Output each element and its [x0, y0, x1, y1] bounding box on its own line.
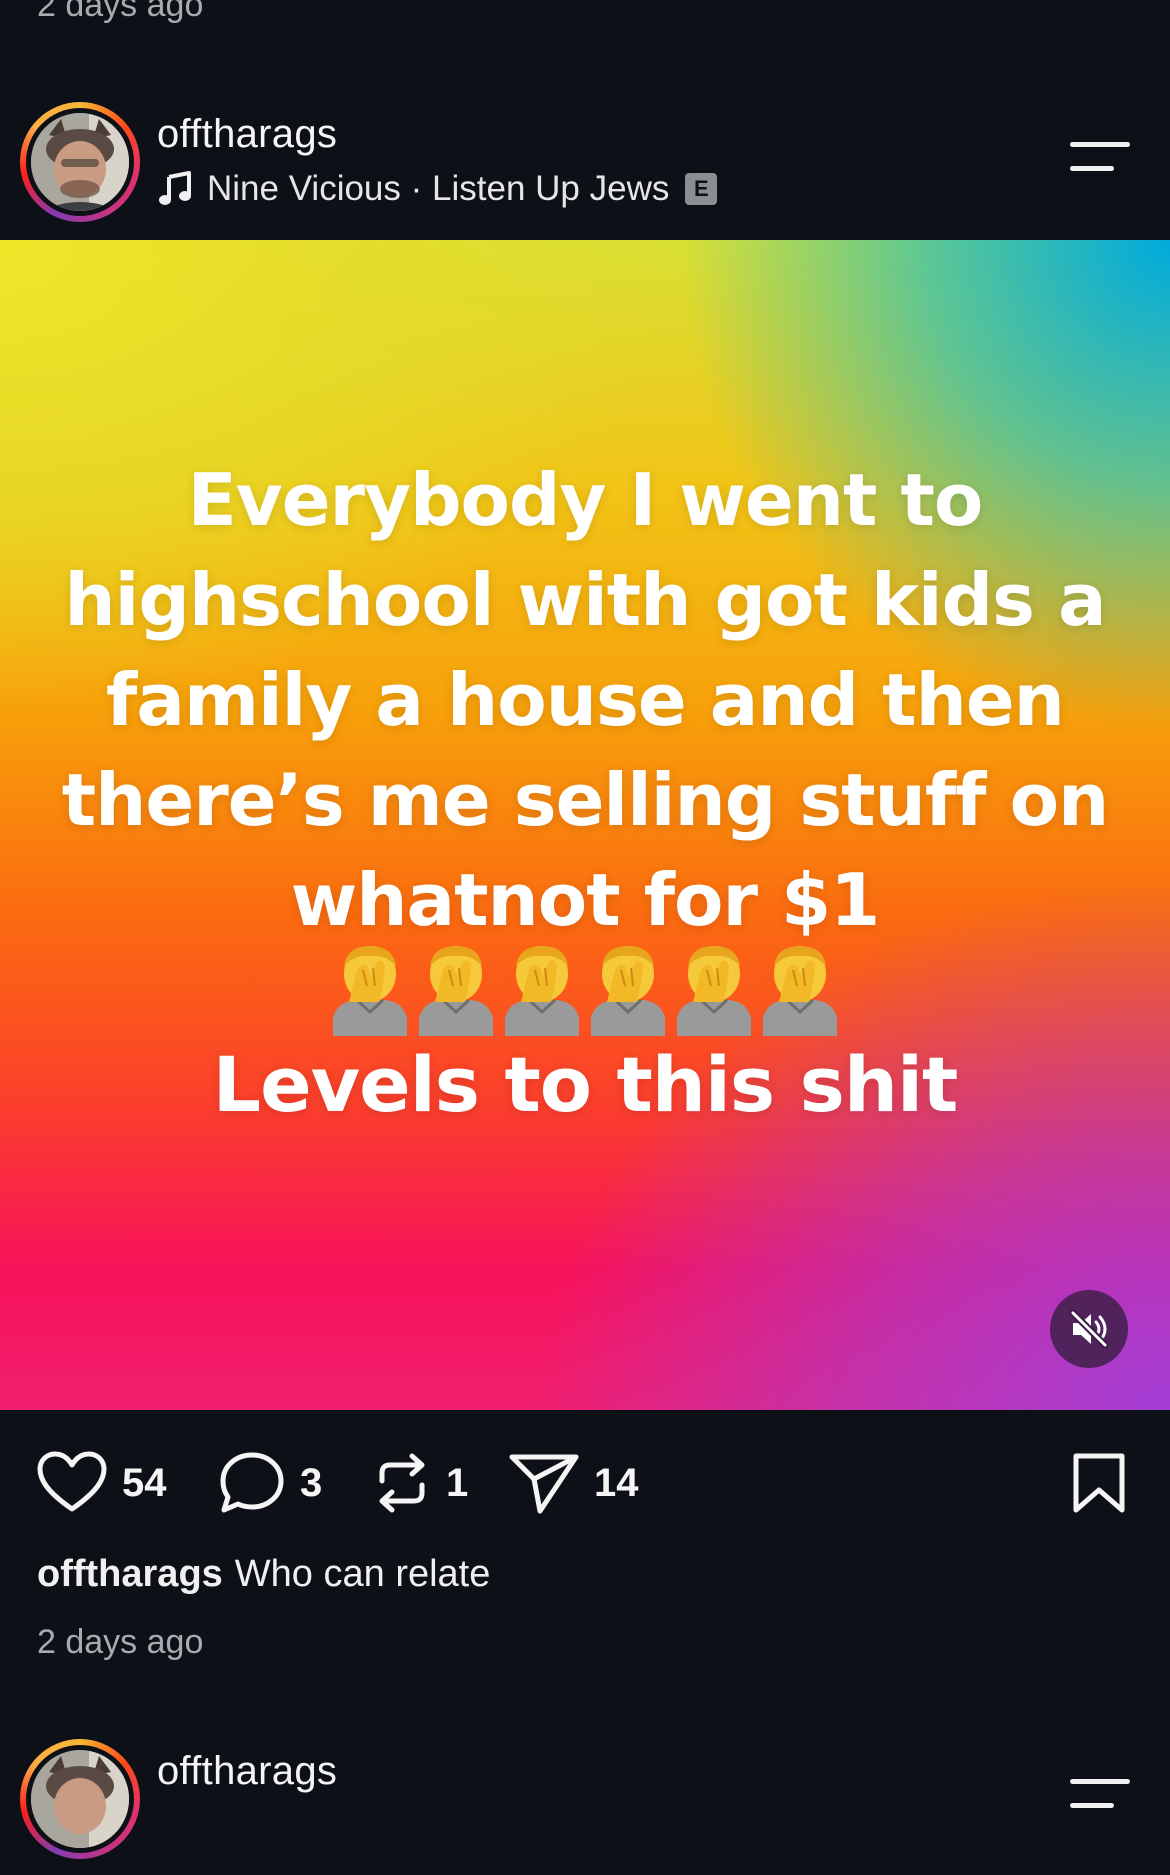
menu-icon[interactable] [1068, 140, 1132, 174]
comment-count: 3 [300, 1460, 323, 1505]
post-username[interactable]: offtharags [157, 112, 337, 157]
next-avatar-story-ring[interactable] [20, 1739, 140, 1859]
comment-bubble-icon [220, 1452, 284, 1513]
facepalm-icon [677, 946, 751, 1036]
facepalm-icon [505, 946, 579, 1036]
share-count: 14 [594, 1460, 639, 1505]
heart-icon [37, 1451, 107, 1512]
explicit-badge: E [685, 173, 718, 205]
caption-username[interactable]: offtharags [37, 1553, 223, 1595]
caption-text: Who can relate [234, 1553, 491, 1595]
facepalm-icon [763, 946, 837, 1036]
post-header: offtharags Nine Vicious · Listen Up Jews… [0, 98, 1170, 238]
next-menu-icon[interactable] [1068, 1777, 1132, 1811]
post-actions-bar: 54 3 1 14 [0, 1438, 1170, 1528]
speaker-muted-icon [1069, 1309, 1109, 1349]
media-text-main: Everybody I went to highschool with got … [61, 458, 1110, 942]
comment-action[interactable]: 3 [218, 1438, 322, 1528]
post-media[interactable]: Everybody I went to highschool with got … [0, 240, 1170, 1410]
send-icon [509, 1454, 579, 1514]
facepalm-icon [591, 946, 665, 1036]
avatar[interactable] [31, 113, 129, 211]
facepalm-emoji-row [0, 940, 1170, 1040]
music-song: Listen Up Jews [432, 169, 670, 208]
music-separator: · [400, 169, 433, 208]
next-post-header: offtharags [0, 1735, 1170, 1875]
music-artist: Nine Vicious [207, 169, 401, 208]
avatar-photo [31, 1750, 129, 1848]
previous-post-timestamp: 2 days ago [37, 0, 204, 24]
avatar-photo [31, 113, 129, 211]
media-text-tagline: Levels to this shit [212, 1040, 959, 1129]
repost-count: 1 [446, 1460, 469, 1505]
bookmark-icon[interactable] [1068, 1452, 1130, 1514]
post-caption: offtharags Who can relate [37, 1553, 490, 1596]
music-attribution[interactable]: Nine Vicious · Listen Up Jews E [157, 168, 718, 210]
avatar-story-ring[interactable] [20, 102, 140, 222]
next-post-username[interactable]: offtharags [157, 1749, 337, 1794]
mute-toggle-button[interactable] [1050, 1290, 1128, 1368]
next-avatar[interactable] [31, 1750, 129, 1848]
music-note-icon [159, 171, 191, 205]
like-action[interactable]: 54 [36, 1438, 167, 1528]
repost-icon [379, 1453, 425, 1513]
post-timestamp: 2 days ago [37, 1623, 204, 1661]
facepalm-icon [419, 946, 493, 1036]
facepalm-icon [333, 946, 407, 1036]
like-count: 54 [122, 1460, 167, 1505]
share-action[interactable]: 14 [508, 1438, 639, 1528]
repost-action[interactable]: 1 [372, 1438, 468, 1528]
